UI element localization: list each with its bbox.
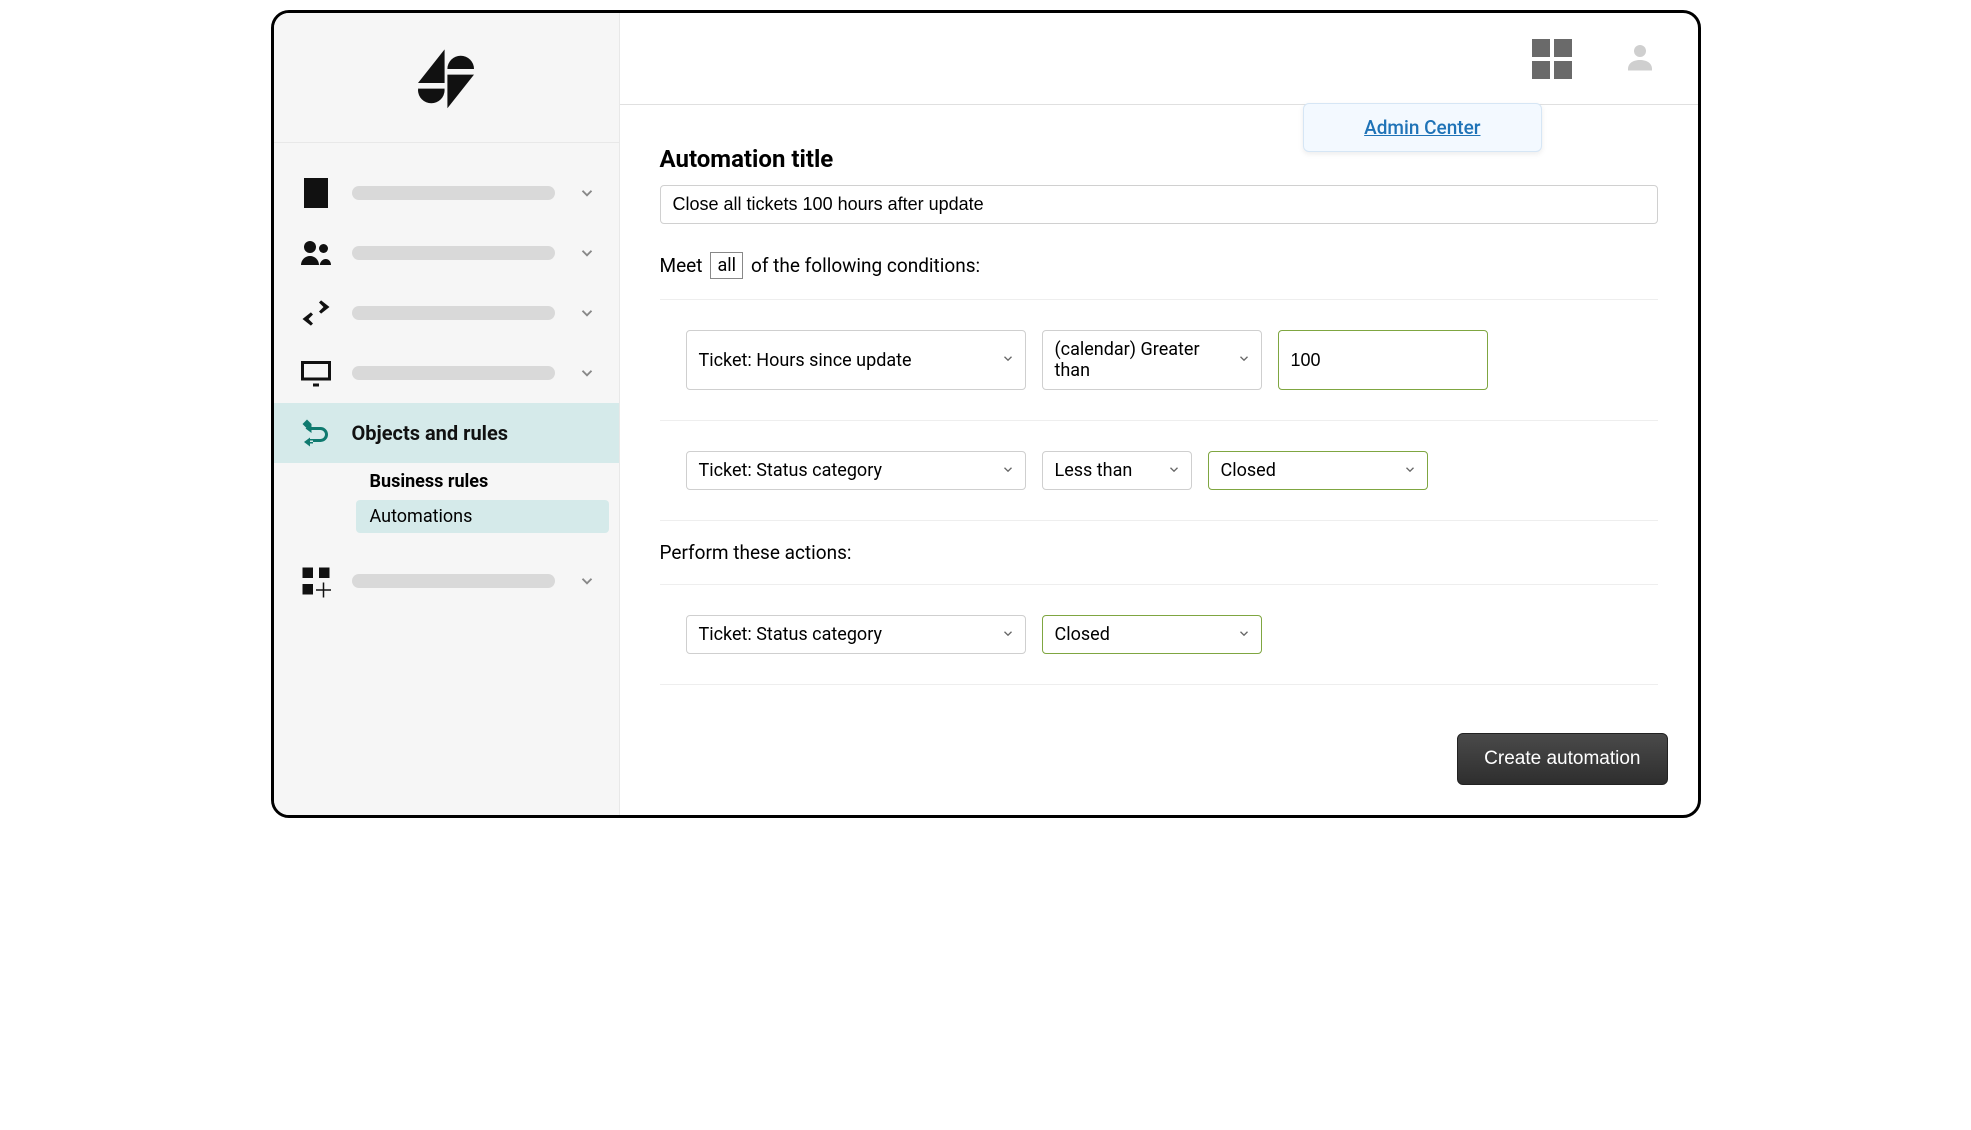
chevron-down-icon (575, 181, 599, 205)
workflow-icon (294, 411, 338, 455)
action-row: Ticket: Status category Closed (660, 605, 1658, 664)
action-value-select[interactable]: Closed (1042, 615, 1262, 654)
footer: Create automation (620, 733, 1698, 815)
chevron-down-icon (1237, 624, 1251, 645)
divider (660, 299, 1658, 300)
sidebar-sub-automations[interactable]: Automations (356, 500, 609, 533)
conditions-quantifier-select[interactable]: all (710, 252, 743, 279)
products-icon[interactable] (1532, 39, 1572, 79)
chevron-down-icon (1001, 350, 1015, 371)
chevron-down-icon (1237, 350, 1251, 371)
sidebar-item-account[interactable] (274, 163, 619, 223)
condition-field-select[interactable]: Ticket: Hours since update (686, 330, 1026, 390)
conditions-prefix: Meet (660, 254, 703, 277)
sidebar-item-apps[interactable] (274, 551, 619, 611)
app-window: Objects and rules Business rules Automat… (271, 10, 1701, 818)
people-icon (294, 231, 338, 275)
automation-title-input[interactable] (660, 185, 1658, 224)
sidebar: Objects and rules Business rules Automat… (274, 13, 620, 815)
monitor-icon (294, 351, 338, 395)
divider (660, 584, 1658, 585)
sidebar-item-people[interactable] (274, 223, 619, 283)
sidebar-item-workspaces[interactable] (274, 343, 619, 403)
chevron-down-icon (1167, 460, 1181, 481)
building-icon (294, 171, 338, 215)
select-value: Ticket: Status category (699, 460, 882, 481)
main-area: Admin Center Automation title Meet all o… (620, 13, 1698, 815)
apps-add-icon (294, 559, 338, 603)
select-value: Closed (1221, 460, 1276, 481)
create-automation-button[interactable]: Create automation (1457, 733, 1667, 785)
select-value: Less than (1055, 460, 1133, 481)
select-value: Ticket: Status category (699, 624, 882, 645)
sidebar-sub-business-rules[interactable]: Business rules (356, 465, 609, 498)
condition-value-input[interactable] (1278, 330, 1488, 390)
chevron-down-icon (1001, 624, 1015, 645)
sidebar-item-channels[interactable] (274, 283, 619, 343)
action-field-select[interactable]: Ticket: Status category (686, 615, 1026, 654)
divider (660, 520, 1658, 521)
user-avatar-icon[interactable] (1622, 39, 1658, 79)
sidebar-item-label: Objects and rules (352, 421, 599, 445)
chevron-down-icon (575, 361, 599, 385)
sidebar-placeholder (352, 574, 555, 588)
condition-operator-select[interactable]: Less than (1042, 451, 1192, 490)
logo-area (274, 13, 619, 143)
condition-row: Ticket: Hours since update (calendar) Gr… (660, 320, 1658, 400)
condition-operator-select[interactable]: (calendar) Greater than (1042, 330, 1262, 390)
divider (660, 420, 1658, 421)
actions-label: Perform these actions: (660, 541, 1658, 564)
conditions-suffix: of the following conditions: (751, 254, 980, 277)
topbar (620, 13, 1698, 105)
sidebar-item-objects-rules[interactable]: Objects and rules (274, 403, 619, 463)
condition-value-select[interactable]: Closed (1208, 451, 1428, 490)
select-value: Ticket: Hours since update (699, 350, 912, 371)
zendesk-logo-icon (411, 41, 481, 115)
sidebar-list: Objects and rules Business rules Automat… (274, 143, 619, 611)
select-value: Closed (1055, 624, 1110, 645)
sidebar-placeholder (352, 186, 555, 200)
sidebar-submenu: Business rules Automations (274, 465, 619, 533)
chevron-down-icon (575, 241, 599, 265)
condition-field-select[interactable]: Ticket: Status category (686, 451, 1026, 490)
arrows-icon (294, 291, 338, 335)
sidebar-placeholder (352, 246, 555, 260)
conditions-sentence: Meet all of the following conditions: (660, 252, 1658, 279)
sidebar-placeholder (352, 366, 555, 380)
content: Automation title Meet all of the followi… (620, 105, 1698, 733)
sidebar-placeholder (352, 306, 555, 320)
chevron-down-icon (1403, 460, 1417, 481)
condition-row: Ticket: Status category Less than Closed (660, 441, 1658, 500)
chevron-down-icon (575, 569, 599, 593)
select-value: (calendar) Greater than (1055, 339, 1225, 381)
divider (660, 684, 1658, 685)
chevron-down-icon (1001, 460, 1015, 481)
admin-center-link[interactable]: Admin Center (1364, 116, 1480, 139)
admin-center-tooltip: Admin Center (1303, 103, 1541, 152)
chevron-down-icon (575, 301, 599, 325)
